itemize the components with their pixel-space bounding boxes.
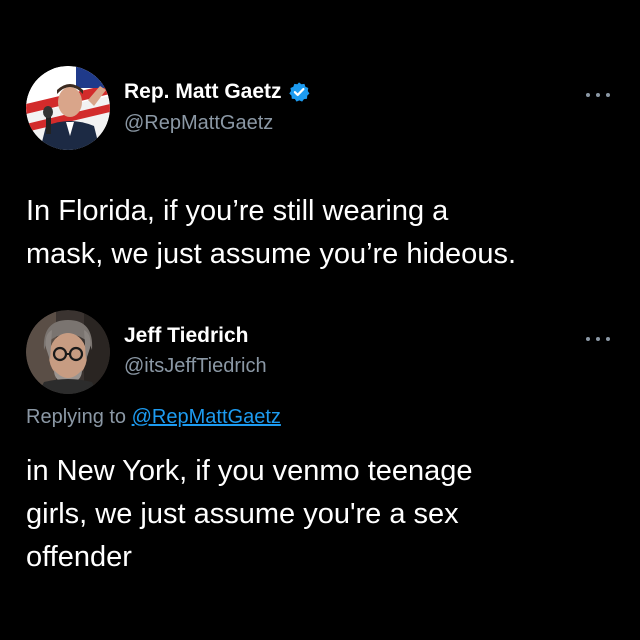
more-options-icon[interactable] (586, 334, 610, 344)
tweet-text: in New York, if you venmo teenage girls,… (26, 455, 473, 573)
display-name[interactable]: Rep. Matt Gaetz (124, 80, 282, 104)
tweet-text: In Florida, if you’re still wearing a ma… (26, 195, 516, 270)
avatar[interactable] (26, 66, 110, 150)
person-speaking-photo-avatar (26, 66, 110, 150)
man-with-glasses-photo-avatar (26, 310, 110, 394)
original-tweet: Rep. Matt Gaetz @RepMattGaetz In Florida… (0, 0, 640, 300)
replying-to-handle-link[interactable]: @RepMattGaetz (132, 406, 281, 428)
reply-tweet: Jeff Tiedrich @itsJeffTiedrich Replying … (0, 300, 640, 640)
replying-to-label: Replying to (26, 406, 127, 428)
author-name-row[interactable]: Jeff Tiedrich (124, 324, 248, 348)
author-handle[interactable]: @itsJeffTiedrich (124, 355, 267, 378)
avatar[interactable] (26, 310, 110, 394)
replying-to-line: Replying to @RepMattGaetz (26, 406, 281, 429)
display-name[interactable]: Jeff Tiedrich (124, 324, 248, 348)
author-name-row[interactable]: Rep. Matt Gaetz (124, 80, 310, 104)
author-handle[interactable]: @RepMattGaetz (124, 112, 273, 135)
verified-badge-icon (288, 81, 310, 103)
more-options-icon[interactable] (586, 90, 610, 100)
